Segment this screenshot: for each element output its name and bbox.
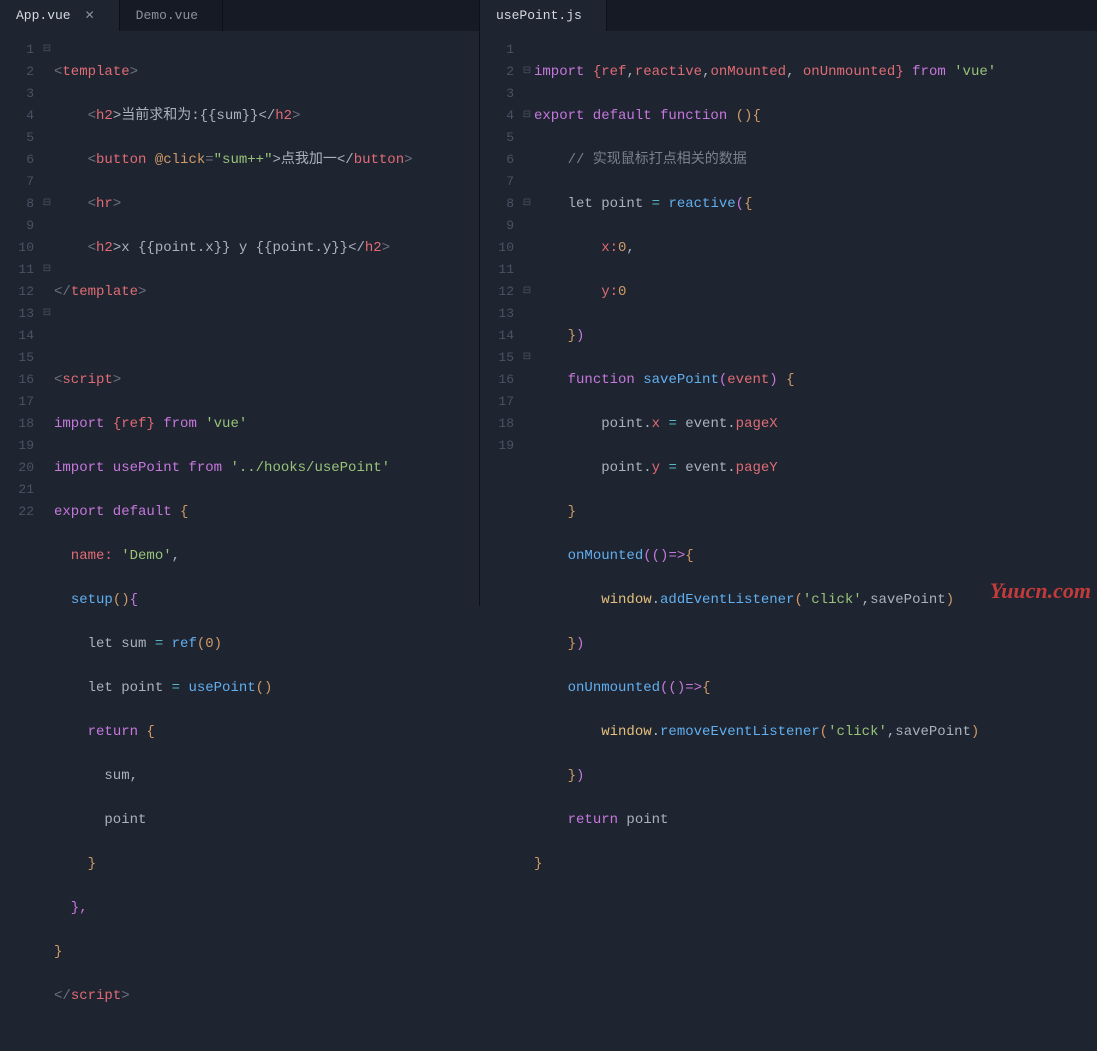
- tab-usepoint-js[interactable]: usePoint.js: [480, 0, 607, 31]
- tabbar-right: usePoint.js: [480, 0, 1097, 31]
- tab-label: App.vue: [16, 8, 71, 23]
- code-editor-right[interactable]: 12345678910111213141516171819 ⊟⊟⊟⊟⊟ impo…: [480, 31, 1097, 919]
- tab-demo-vue[interactable]: Demo.vue: [120, 0, 223, 31]
- line-gutter: 12345678910111213141516171819202122: [0, 39, 40, 1051]
- tabbar-left: App.vue ✕ Demo.vue: [0, 0, 479, 31]
- fold-gutter: ⊟⊟⊟⊟⊟: [520, 39, 534, 919]
- code-content[interactable]: import {ref,reactive,onMounted, onUnmoun…: [534, 39, 1097, 919]
- code-content[interactable]: <template> <h2>当前求和为:{{sum}}</h2> <butto…: [54, 39, 479, 1051]
- code-editor-left[interactable]: 12345678910111213141516171819202122 ⊟⊟⊟⊟…: [0, 31, 479, 1051]
- close-icon[interactable]: ✕: [85, 10, 95, 22]
- editor-pane-right: usePoint.js 1234567891011121314151617181…: [480, 0, 1097, 606]
- watermark: Yuucn.com: [990, 578, 1091, 604]
- line-gutter: 12345678910111213141516171819: [480, 39, 520, 919]
- tab-label: usePoint.js: [496, 8, 582, 23]
- fold-gutter: ⊟⊟⊟⊟: [40, 39, 54, 1051]
- tab-app-vue[interactable]: App.vue ✕: [0, 0, 120, 31]
- tab-label: Demo.vue: [136, 8, 198, 23]
- editor-pane-left: App.vue ✕ Demo.vue 123456789101112131415…: [0, 0, 480, 606]
